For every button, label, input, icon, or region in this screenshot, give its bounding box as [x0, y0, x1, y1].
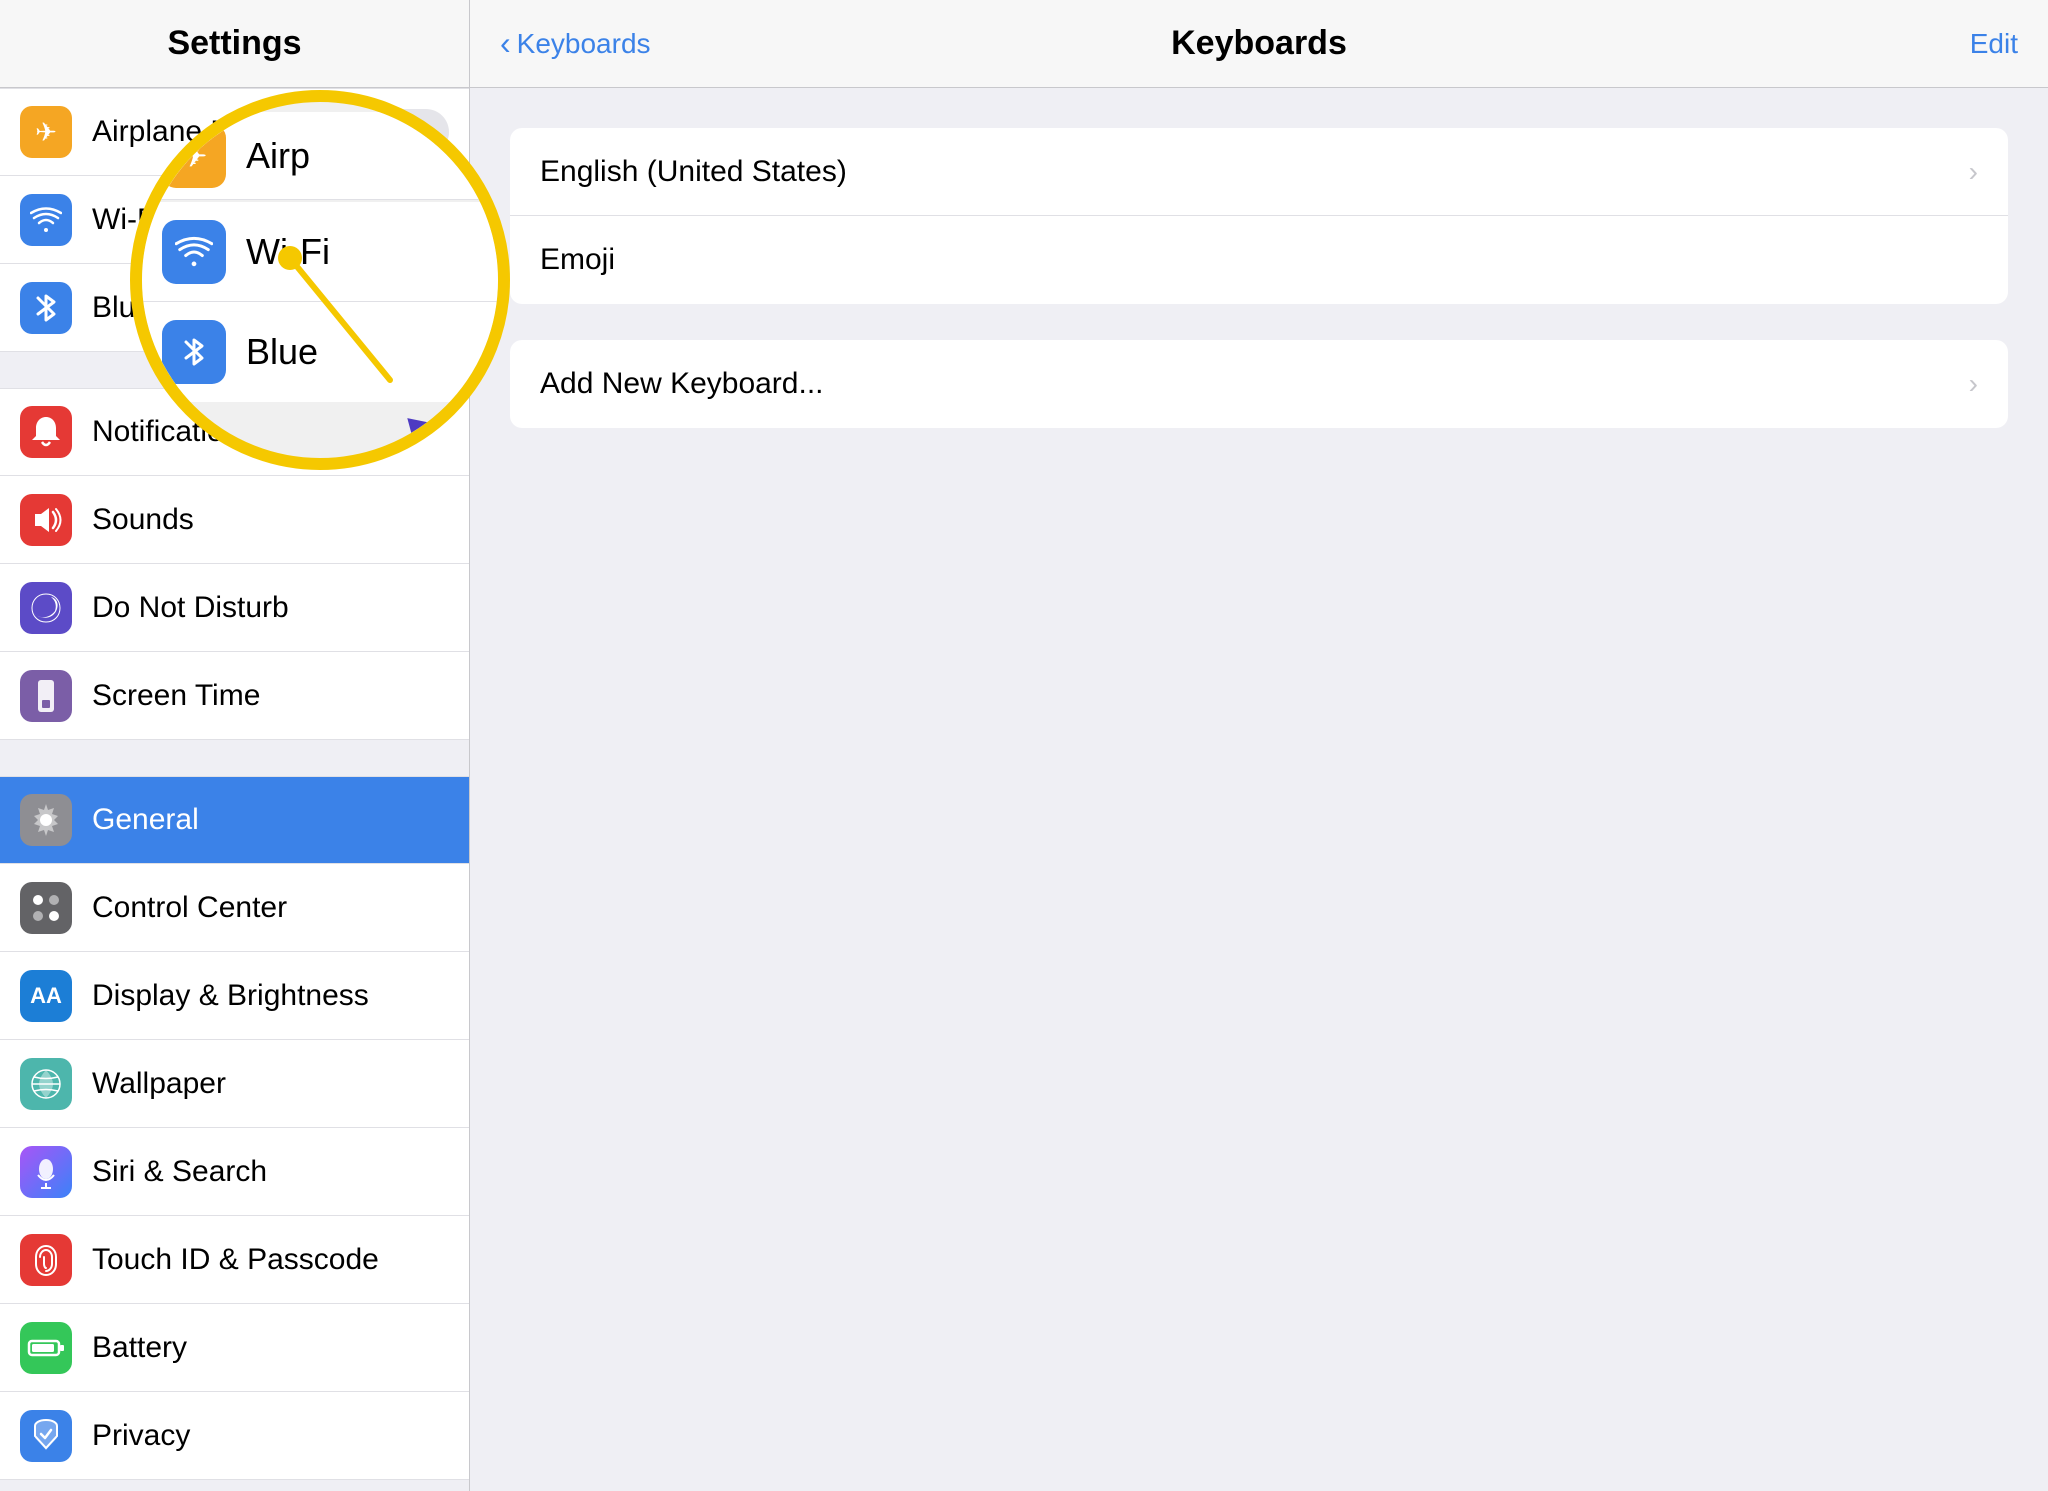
wallpaper-icon	[20, 1058, 72, 1110]
mag-wifi-icon	[162, 220, 226, 284]
sidebar-item-sirisearch[interactable]: Siri & Search	[0, 1128, 469, 1216]
back-chevron-icon: ‹	[500, 25, 511, 62]
keyboards-header: ‹ Keyboards Keyboards Edit	[470, 0, 2048, 88]
keyboards-list: English (United States) › Emoji	[510, 128, 2008, 304]
cursor-arrow: ▶	[405, 405, 434, 442]
keyboards-content: English (United States) › Emoji Add New …	[470, 88, 2048, 504]
back-button[interactable]: ‹ Keyboards	[500, 25, 651, 62]
touchid-icon	[20, 1234, 72, 1286]
sidebar-item-controlcenter[interactable]: Control Center	[0, 864, 469, 952]
settings-group-general: General Control Center AA Display & Brig…	[0, 776, 469, 1480]
magnifier-overlay: ✈ Airp Wi-Fi	[130, 90, 510, 470]
sounds-label: Sounds	[92, 503, 449, 537]
battery-label: Battery	[92, 1331, 449, 1365]
screentime-icon	[20, 670, 72, 722]
touchid-label: Touch ID & Passcode	[92, 1243, 449, 1277]
keyboard-item-emoji[interactable]: Emoji	[510, 216, 2008, 304]
privacy-icon	[20, 1410, 72, 1462]
mag-airplane-icon: ✈	[162, 124, 226, 188]
keyboard-emoji-label: Emoji	[540, 243, 1978, 277]
battery-icon	[20, 1322, 72, 1374]
airplane-icon: ✈	[20, 106, 72, 158]
wallpaper-label: Wallpaper	[92, 1067, 449, 1101]
keyboards-panel: ‹ Keyboards Keyboards Edit English (Unit…	[470, 0, 2048, 1491]
sidebar-item-screentime[interactable]: Screen Time	[0, 652, 469, 740]
settings-title: Settings	[167, 24, 301, 63]
add-keyboard-item[interactable]: Add New Keyboard... ›	[510, 340, 2008, 428]
add-keyboard-chevron: ›	[1969, 368, 1978, 400]
sidebar-item-donotdisturb[interactable]: Do Not Disturb	[0, 564, 469, 652]
notifications-icon	[20, 406, 72, 458]
keyboard-english-chevron: ›	[1969, 156, 1978, 188]
sidebar-item-general[interactable]: General	[0, 776, 469, 864]
sidebar-item-touchid[interactable]: Touch ID & Passcode	[0, 1216, 469, 1304]
displaybrightness-icon: AA	[20, 970, 72, 1022]
keyboard-item-english[interactable]: English (United States) ›	[510, 128, 2008, 216]
settings-header: Settings	[0, 0, 469, 88]
general-icon	[20, 794, 72, 846]
bluetooth-icon	[20, 282, 72, 334]
mag-bluetooth-icon	[162, 320, 226, 384]
mag-airplane-label: Airp	[246, 135, 310, 177]
mag-bluetooth-label: Blue	[246, 331, 318, 373]
keyboard-english-label: English (United States)	[540, 155, 1969, 189]
magnifier-circle: ✈ Airp Wi-Fi	[130, 90, 510, 470]
controlcenter-label: Control Center	[92, 891, 449, 925]
keyboards-title: Keyboards	[1171, 24, 1347, 63]
settings-sidebar: Settings ✈ Airplane Mode Wi-Fi	[0, 0, 470, 1491]
sidebar-item-battery[interactable]: Battery	[0, 1304, 469, 1392]
donotdisturb-label: Do Not Disturb	[92, 591, 449, 625]
sidebar-item-privacy[interactable]: Privacy	[0, 1392, 469, 1480]
sirisearch-label: Siri & Search	[92, 1155, 449, 1189]
privacy-label: Privacy	[92, 1419, 449, 1453]
add-keyboard-group: Add New Keyboard... ›	[510, 340, 2008, 428]
screentime-label: Screen Time	[92, 679, 449, 713]
general-label: General	[92, 803, 449, 837]
sounds-icon	[20, 494, 72, 546]
controlcenter-icon	[20, 882, 72, 934]
yellow-dot-indicator	[278, 246, 302, 270]
displaybrightness-label: Display & Brightness	[92, 979, 449, 1013]
donotdisturb-icon	[20, 582, 72, 634]
sidebar-item-wallpaper[interactable]: Wallpaper	[0, 1040, 469, 1128]
siri-icon	[20, 1146, 72, 1198]
sidebar-item-displaybrightness[interactable]: AA Display & Brightness	[0, 952, 469, 1040]
edit-button[interactable]: Edit	[1970, 28, 2018, 60]
add-keyboard-label: Add New Keyboard...	[540, 367, 1969, 401]
back-button-label: Keyboards	[517, 28, 651, 60]
wifi-icon	[20, 194, 72, 246]
sidebar-item-sounds[interactable]: Sounds	[0, 476, 469, 564]
